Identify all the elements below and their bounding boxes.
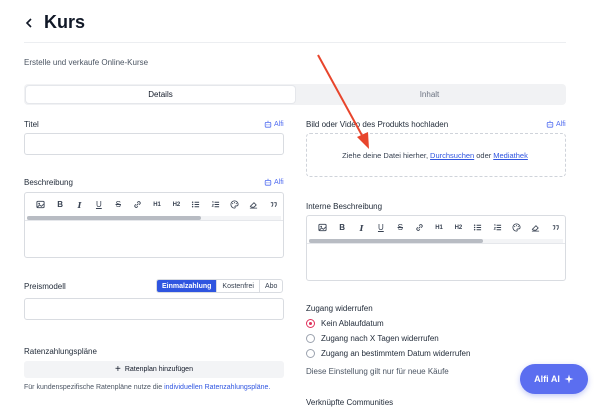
quote-icon[interactable] — [264, 198, 283, 212]
price-model-segmented: Einmalzahlung Kostenfrei Abo — [156, 279, 284, 293]
upload-label: Bild oder Video des Produkts hochladen — [306, 120, 449, 129]
link-icon[interactable] — [128, 198, 147, 212]
quote-icon[interactable] — [546, 221, 565, 235]
alfi-ai-label: Alfi AI — [534, 374, 560, 384]
editor-toolbar: B I U S H1 H2 — [25, 193, 283, 216]
linked-communities-label: Verknüpfte Communities — [306, 398, 394, 407]
scrollbar-thumb[interactable] — [309, 239, 483, 243]
description-ai-link[interactable]: Alfi — [264, 178, 284, 186]
sparkle-icon — [564, 374, 574, 384]
title-input[interactable] — [24, 133, 284, 155]
price-option-kostenfrei[interactable]: Kostenfrei — [216, 280, 259, 292]
media-library-link[interactable]: Mediathek — [493, 151, 528, 160]
internal-description-label: Interne Beschreibung — [306, 202, 383, 211]
description-label: Beschreibung — [24, 178, 73, 187]
tab-bar: Details Inhalt — [24, 84, 566, 105]
scrollbar-thumb[interactable] — [27, 216, 201, 220]
eraser-icon[interactable] — [244, 198, 263, 212]
eraser-icon[interactable] — [526, 221, 545, 235]
editor-toolbar: B I U S H1 H2 — [307, 216, 565, 239]
add-installment-plan-label: Ratenplan hinzufügen — [124, 366, 193, 373]
title-label: Titel — [24, 120, 39, 129]
description-editor[interactable]: B I U S H1 H2 — [24, 192, 284, 258]
image-icon[interactable] — [313, 221, 332, 235]
price-input[interactable] — [24, 298, 284, 320]
editor-scrollbar[interactable] — [27, 216, 281, 220]
italic-button[interactable]: I — [352, 221, 371, 235]
back-chevron-icon[interactable] — [24, 17, 34, 28]
page-title: Kurs — [44, 12, 86, 32]
add-installment-plan-button[interactable]: + Ratenplan hinzufügen — [24, 361, 284, 378]
robot-icon — [264, 120, 272, 128]
price-option-abo[interactable]: Abo — [258, 280, 282, 292]
heading1-button[interactable]: H1 — [147, 198, 166, 212]
radio-button[interactable] — [306, 349, 315, 358]
revoke-access-label: Zugang widerrufen — [306, 304, 373, 313]
radio-button[interactable] — [306, 319, 315, 328]
underline-button[interactable]: U — [89, 198, 108, 212]
radio-no-expiry[interactable]: Kein Ablaufdatum — [306, 319, 384, 328]
tab-details[interactable]: Details — [26, 86, 295, 103]
browse-link[interactable]: Durchsuchen — [430, 151, 474, 160]
palette-icon[interactable] — [225, 198, 244, 212]
dropzone-or: oder — [476, 150, 492, 160]
bullet-list-icon[interactable] — [468, 221, 487, 235]
numbered-list-icon[interactable] — [206, 198, 225, 212]
robot-icon — [264, 178, 272, 186]
plus-icon: + — [115, 363, 121, 375]
radio-button[interactable] — [306, 334, 315, 343]
ai-link-label: Alfi — [274, 178, 284, 186]
title-ai-link[interactable]: Alfi — [264, 120, 284, 128]
installments-hint-text: Für kundenspezifische Ratenpläne nutze d… — [24, 384, 163, 391]
dropzone-text: Ziehe deine Datei hierher, — [342, 150, 429, 160]
installments-hint: Für kundenspezifische Ratenpläne nutze d… — [24, 384, 270, 391]
alfi-ai-button[interactable]: Alfi AI — [520, 364, 588, 394]
strikethrough-button[interactable]: S — [109, 198, 128, 212]
link-icon[interactable] — [410, 221, 429, 235]
bold-button[interactable]: B — [50, 198, 69, 212]
page-header: Kurs — [24, 12, 85, 33]
internal-description-editor-body[interactable] — [307, 243, 565, 279]
price-option-einmalzahlung[interactable]: Einmalzahlung — [157, 280, 217, 292]
internal-description-editor[interactable]: B I U S H1 H2 — [306, 215, 566, 281]
description-editor-body[interactable] — [25, 220, 283, 256]
installments-label: Ratenzahlungspläne — [24, 347, 97, 356]
access-note: Diese Einstellung gilt nur für neue Käuf… — [306, 367, 449, 376]
price-model-label: Preismodell — [24, 282, 66, 291]
strikethrough-button[interactable]: S — [391, 221, 410, 235]
bullet-list-icon[interactable] — [186, 198, 205, 212]
editor-scrollbar[interactable] — [309, 239, 563, 243]
heading1-button[interactable]: H1 — [429, 221, 448, 235]
radio-label: Zugang an bestimmtem Datum widerrufen — [321, 349, 471, 358]
individual-installments-link[interactable]: individuellen Ratenzahlungspläne. — [164, 384, 270, 391]
header-divider — [24, 42, 566, 43]
italic-button[interactable]: I — [70, 198, 89, 212]
page-subtitle: Erstelle und verkaufe Online-Kurse — [24, 58, 149, 67]
radio-label: Zugang nach X Tagen widerrufen — [321, 334, 439, 343]
ai-link-label: Alfi — [274, 120, 284, 128]
underline-button[interactable]: U — [371, 221, 390, 235]
numbered-list-icon[interactable] — [488, 221, 507, 235]
bold-button[interactable]: B — [332, 221, 351, 235]
robot-icon — [546, 120, 554, 128]
heading2-button[interactable]: H2 — [449, 221, 468, 235]
ai-link-label: Alfi — [556, 120, 566, 128]
media-dropzone[interactable]: Ziehe deine Datei hierher, Durchsuchen o… — [306, 133, 566, 177]
tab-inhalt[interactable]: Inhalt — [295, 86, 564, 103]
radio-revoke-on-date[interactable]: Zugang an bestimmtem Datum widerrufen — [306, 349, 470, 358]
heading2-button[interactable]: H2 — [167, 198, 186, 212]
upload-ai-link[interactable]: Alfi — [546, 120, 566, 128]
image-icon[interactable] — [31, 198, 50, 212]
radio-label: Kein Ablaufdatum — [321, 319, 384, 328]
radio-revoke-after-days[interactable]: Zugang nach X Tagen widerrufen — [306, 334, 439, 343]
palette-icon[interactable] — [507, 221, 526, 235]
